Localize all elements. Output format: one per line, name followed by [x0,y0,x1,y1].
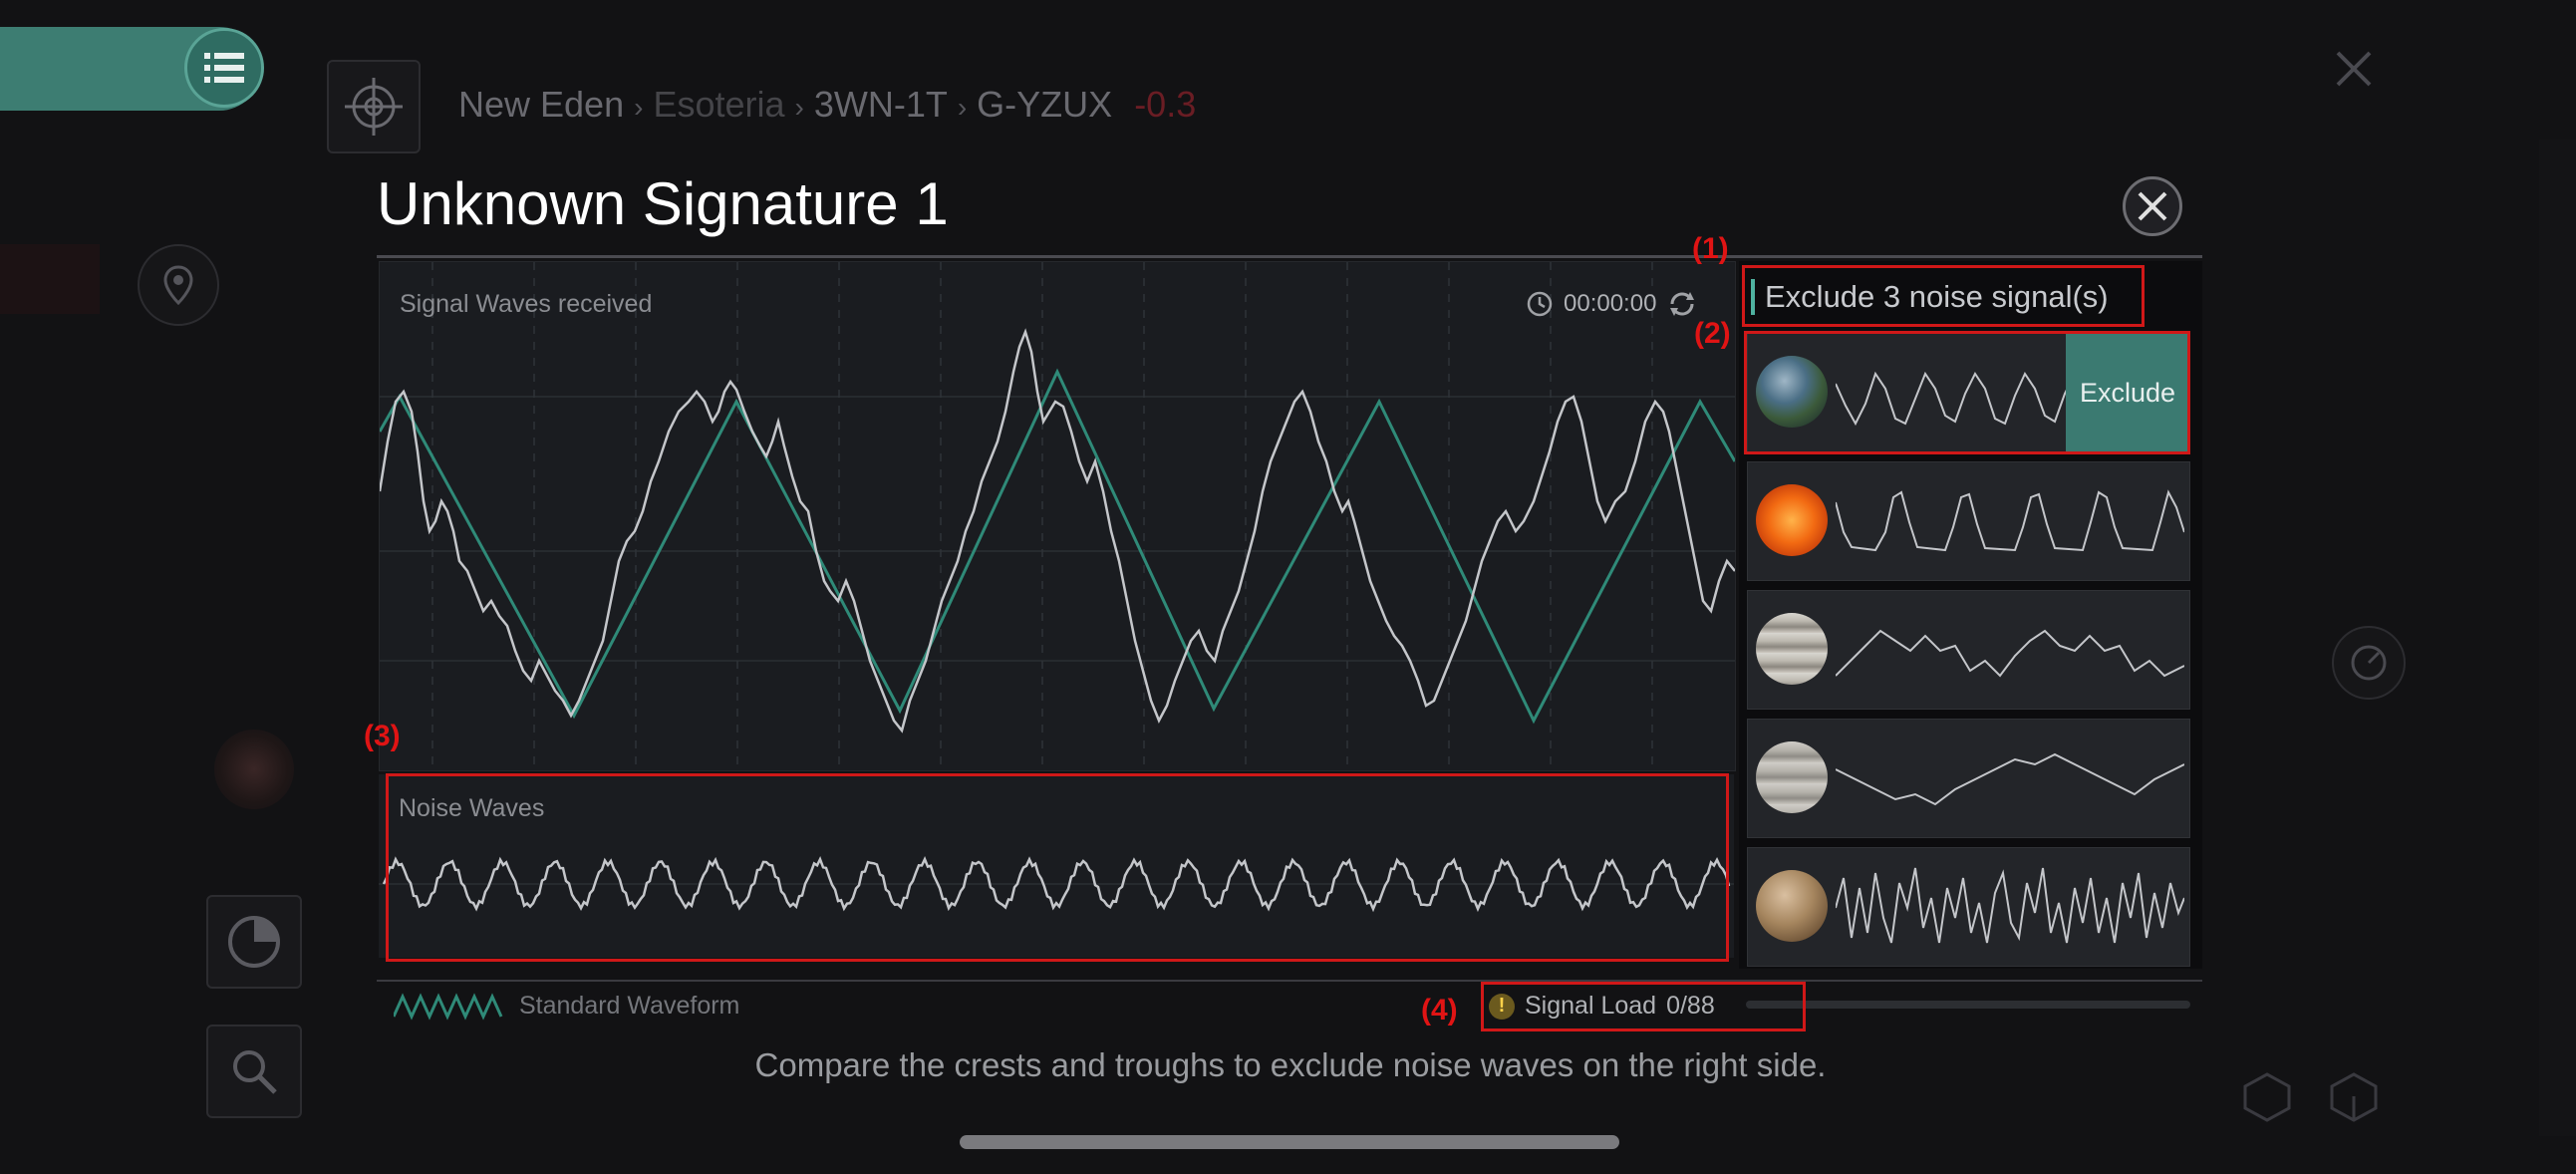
breadcrumb-constellation[interactable]: Esoteria [653,84,784,125]
annotation-label-1: (1) [1692,232,1729,265]
breadcrumb-system[interactable]: G-YZUX [977,84,1112,125]
breadcrumb-system-group[interactable]: 3WN-1T [814,84,948,125]
noise-preview-wave [1836,629,2184,678]
noise-preview-wave [1836,867,2184,944]
home-indicator[interactable] [960,1135,1619,1149]
search-button[interactable] [206,1025,302,1118]
standard-waveform-line [380,368,1735,725]
side-alert-strip [0,244,100,314]
annotation-box-4 [1481,982,1806,1031]
waveform-legend: Standard Waveform [394,992,739,1021]
gas-giant-icon [1756,613,1828,685]
gas-giant-pale-icon [1756,741,1828,813]
close-icon [2336,51,2372,87]
annotation-box-2 [1744,331,2190,454]
map-pin-icon [163,265,193,305]
received-signal-line [380,328,1735,734]
breadcrumb: New Eden › Esoteria › 3WN-1T › G-YZUX -0.3 [458,84,1196,126]
timer-value: 00:00:00 [1564,290,1657,317]
menu-button[interactable] [184,28,264,108]
signal-panel-label: Signal Waves received [400,290,653,318]
annotation-box-3 [386,773,1729,962]
legend-label: Standard Waveform [519,992,740,1020]
noise-preview-wave [1836,752,2184,806]
sun-icon [1756,484,1828,556]
location-button[interactable] [138,244,219,326]
noise-card-5[interactable] [1747,847,2190,967]
rocky-planet-icon [1756,870,1828,942]
zigzag-icon [394,992,503,1021]
radar-button[interactable] [2332,626,2406,700]
signal-load-bar [1746,1001,2190,1009]
annotation-label-4: (4) [1421,994,1458,1027]
target-button[interactable] [327,60,421,153]
chevron-right-icon: › [794,92,804,123]
annotation-label-3: (3) [364,720,401,752]
cargo-icon[interactable] [2324,1066,2384,1126]
signal-waves-chart [380,262,1735,770]
modal-divider-bottom [377,980,2202,982]
crosshair-icon [345,78,403,136]
chevron-right-icon: › [634,92,644,123]
stats-button[interactable] [206,895,302,989]
breadcrumb-region[interactable]: New Eden [458,84,624,125]
pie-chart-icon [228,916,280,968]
hamburger-icon [204,53,244,83]
noise-card-4[interactable] [1747,719,2190,838]
noise-card-2[interactable] [1747,461,2190,581]
noise-preview-wave [1836,489,2184,552]
signal-waves-panel: Signal Waves received 00:00:00 [379,261,1736,771]
right-side-panel [2539,140,2576,1136]
bg-close-button[interactable] [2325,40,2383,98]
timer: 00:00:00 [1526,288,1698,320]
security-status: -0.3 [1134,84,1197,125]
chevron-right-icon: › [957,92,968,123]
radar-icon [2351,645,2387,681]
instruction-hint: Compare the crests and troughs to exclud… [754,1046,1827,1083]
clock-icon [1527,291,1553,317]
annotation-label-2: (2) [1694,317,1731,350]
modal-divider-top [377,255,2202,258]
noise-card-3[interactable] [1747,590,2190,710]
modal-close-button[interactable] [2123,176,2182,236]
drone-icon[interactable] [2237,1066,2297,1126]
close-icon [2138,191,2167,221]
modal-title: Unknown Signature 1 [377,170,949,237]
search-icon [233,1050,277,1094]
refresh-icon[interactable] [1666,288,1698,320]
scanner-orb-icon[interactable] [214,730,294,809]
annotation-box-1 [1742,265,2145,327]
